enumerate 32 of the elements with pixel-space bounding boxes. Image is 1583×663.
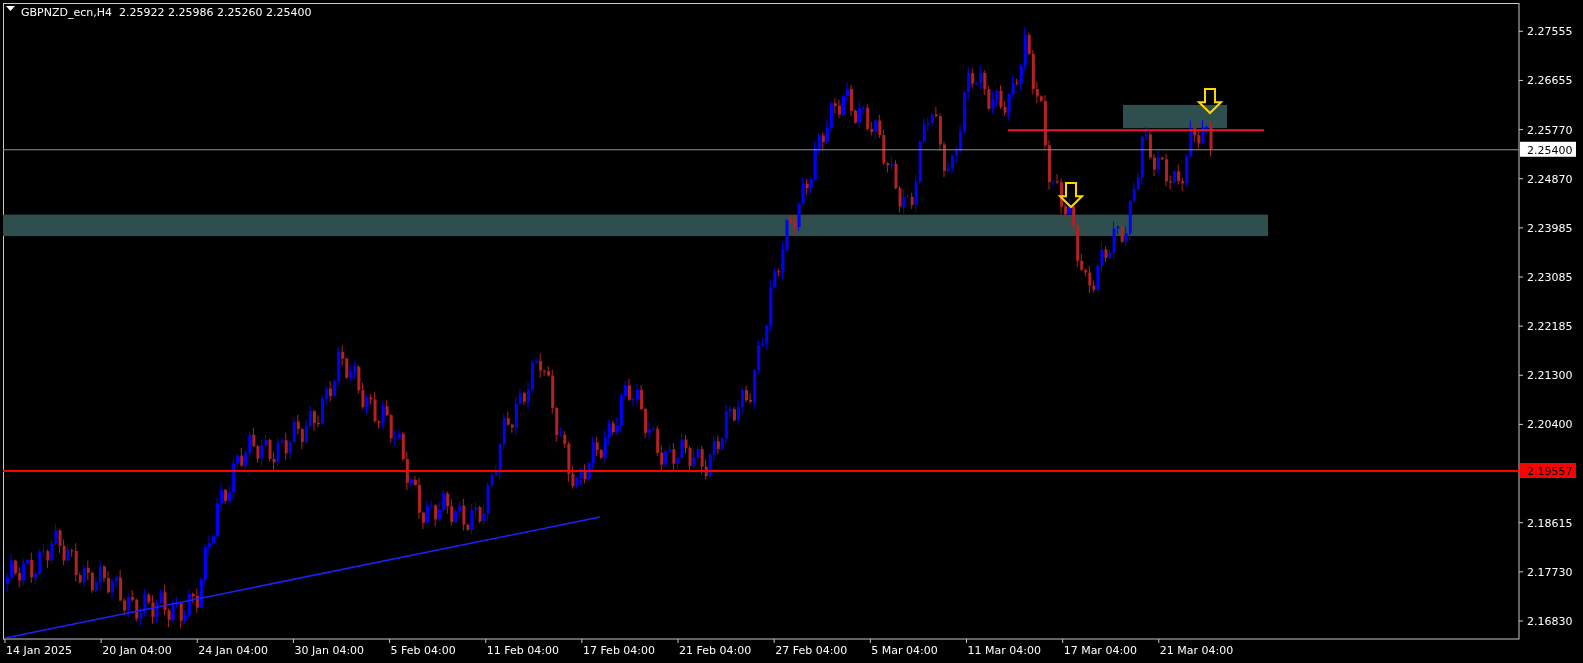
price-label: 2.22185 — [1527, 320, 1573, 334]
price-label: 2.17730 — [1527, 565, 1573, 579]
date-label: 24 Jan 04:00 — [198, 644, 268, 657]
date-label: 27 Feb 04:00 — [775, 644, 848, 657]
price-label: 2.16830 — [1527, 615, 1573, 628]
price-label: 2.27555 — [1527, 25, 1573, 39]
price-tag: 2.25400 — [1520, 141, 1576, 157]
down-arrow-icon — [1057, 182, 1085, 209]
date-label: 14 Jan 2025 — [6, 644, 72, 657]
price-tag: 2.19557 — [1520, 463, 1576, 478]
price-label: 2.24870 — [1527, 172, 1573, 186]
symbol-label: GBPNZD_ecn,H4 — [21, 6, 112, 19]
date-label: 21 Feb 04:00 — [679, 644, 752, 657]
price-label: 2.26655 — [1527, 74, 1573, 88]
date-label: 5 Feb 04:00 — [390, 644, 456, 657]
price-label: 2.18615 — [1527, 516, 1573, 530]
down-arrow-icon — [1196, 88, 1224, 115]
price-label: 2.23085 — [1527, 271, 1573, 284]
price-label: 2.20400 — [1527, 418, 1573, 432]
quote-text: 2.25922 2.25986 2.25260 2.25400 — [119, 6, 312, 19]
price-label: 2.25770 — [1527, 123, 1573, 137]
date-label: 17 Mar 04:00 — [1063, 644, 1138, 657]
date-label: 30 Jan 04:00 — [294, 644, 365, 657]
date-label: 11 Feb 04:00 — [486, 644, 559, 657]
price-label: 2.23985 — [1527, 221, 1573, 235]
date-label: 21 Mar 04:00 — [1159, 644, 1234, 657]
date-label: 17 Feb 04:00 — [582, 644, 656, 657]
date-label: 5 Mar 04:00 — [871, 644, 938, 657]
price-label: 2.21300 — [1527, 369, 1573, 383]
date-label: 20 Jan 04:00 — [102, 644, 172, 657]
date-label: 11 Mar 04:00 — [967, 644, 1041, 657]
dropdown-icon[interactable] — [6, 6, 15, 11]
